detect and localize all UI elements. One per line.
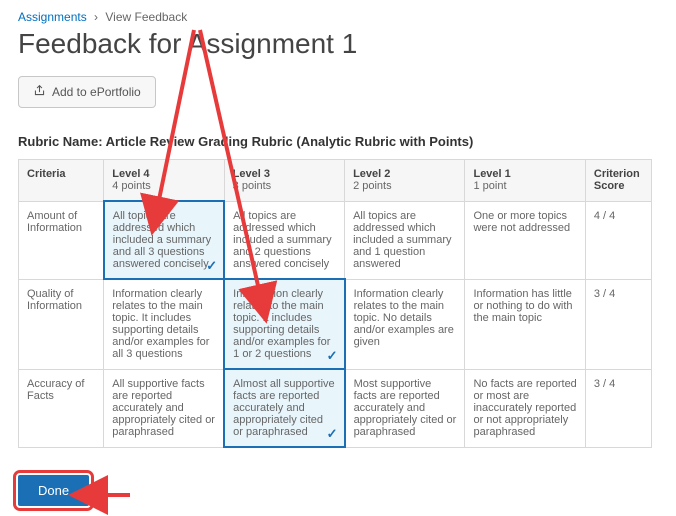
- rubric-name: Rubric Name: Article Review Grading Rubr…: [0, 126, 676, 159]
- criterion-name: Accuracy of Facts: [19, 369, 104, 447]
- criterion-score: 4 / 4: [585, 201, 651, 279]
- criterion-score: 3 / 4: [585, 279, 651, 369]
- page-title: Feedback for Assignment 1: [0, 28, 676, 72]
- table-row: Amount of InformationAll topics are addr…: [19, 201, 652, 279]
- add-to-eportfolio-button[interactable]: Add to ePortfolio: [18, 76, 156, 108]
- breadcrumb-parent-link[interactable]: Assignments: [18, 10, 87, 24]
- header-criteria: Criteria: [19, 160, 104, 202]
- chevron-right-icon: ›: [94, 10, 98, 24]
- fade-overlay: [0, 456, 676, 516]
- rubric-cell[interactable]: Information clearly relates to the main …: [345, 279, 465, 369]
- breadcrumb: Assignments › View Feedback: [0, 0, 676, 28]
- rubric-cell[interactable]: One or more topics were not addressed: [465, 201, 585, 279]
- done-button[interactable]: Done: [18, 475, 89, 506]
- rubric-cell[interactable]: All supportive facts are reported accura…: [104, 369, 224, 447]
- check-icon: ✓: [206, 258, 217, 274]
- breadcrumb-current: View Feedback: [105, 10, 187, 24]
- rubric-cell[interactable]: Information clearly relates to the main …: [224, 279, 344, 369]
- header-level-3: Level 33 points: [224, 160, 344, 202]
- rubric-cell[interactable]: Information clearly relates to the main …: [104, 279, 224, 369]
- rubric-cell[interactable]: All topics are addressed which included …: [104, 201, 224, 279]
- header-score: Criterion Score: [585, 160, 651, 202]
- criterion-name: Amount of Information: [19, 201, 104, 279]
- table-row: Quality of InformationInformation clearl…: [19, 279, 652, 369]
- rubric-cell[interactable]: Information has little or nothing to do …: [465, 279, 585, 369]
- rubric-cell[interactable]: No facts are reported or most are inaccu…: [465, 369, 585, 447]
- criterion-score: 3 / 4: [585, 369, 651, 447]
- criterion-name: Quality of Information: [19, 279, 104, 369]
- rubric-cell[interactable]: All topics are addressed which included …: [224, 201, 344, 279]
- header-level-4: Level 44 points: [104, 160, 224, 202]
- rubric-cell[interactable]: All topics are addressed which included …: [345, 201, 465, 279]
- rubric-cell[interactable]: Almost all supportive facts are reported…: [224, 369, 344, 447]
- table-row: Accuracy of FactsAll supportive facts ar…: [19, 369, 652, 447]
- header-level-1: Level 11 point: [465, 160, 585, 202]
- add-to-eportfolio-label: Add to ePortfolio: [52, 85, 141, 99]
- check-icon: ✓: [327, 426, 338, 442]
- share-icon: [33, 84, 46, 100]
- rubric-table: Criteria Level 44 points Level 33 points…: [18, 159, 652, 448]
- check-icon: ✓: [327, 348, 338, 364]
- rubric-cell[interactable]: Most supportive facts are reported accur…: [345, 369, 465, 447]
- header-level-2: Level 22 points: [345, 160, 465, 202]
